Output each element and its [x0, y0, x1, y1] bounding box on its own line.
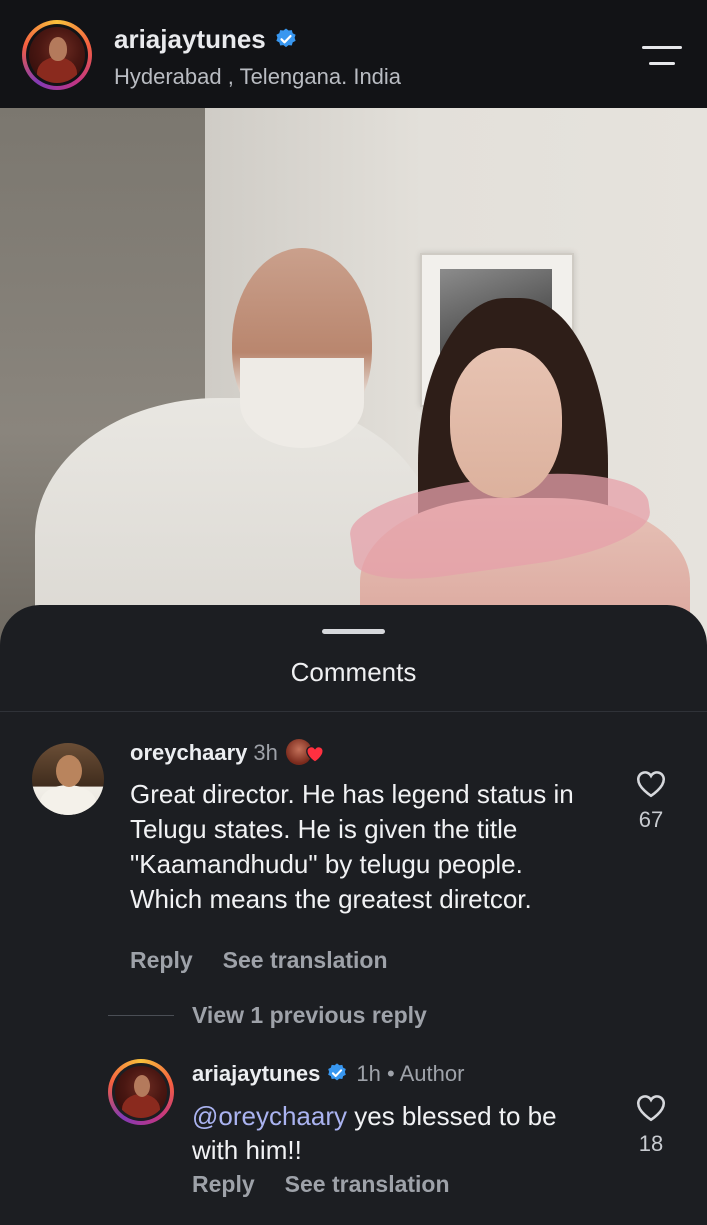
verified-badge-icon	[326, 1062, 348, 1084]
comment-actions: Reply See translation	[130, 947, 418, 974]
author-label: Author	[399, 1061, 465, 1086]
commenter-avatar[interactable]	[32, 743, 104, 815]
header-username[interactable]: ariajaytunes	[114, 24, 266, 54]
heart-outline-icon[interactable]	[634, 767, 668, 799]
profile-avatar[interactable]	[22, 20, 92, 90]
reply-header: ariajaytunes 1h • Author	[192, 1061, 464, 1087]
divider	[0, 711, 707, 712]
comment-username[interactable]: oreychaary	[130, 740, 247, 765]
like-count: 18	[638, 1131, 664, 1156]
comment-text: Great director. He has legend status in …	[130, 779, 574, 914]
reply-avatar[interactable]	[108, 1059, 174, 1125]
comments-sheet: Comments oreychaary 3h Great director. He…	[0, 605, 707, 1225]
thread-line	[108, 1015, 174, 1016]
see-translation-button[interactable]: See translation	[285, 1171, 450, 1197]
heart-outline-icon[interactable]	[634, 1091, 668, 1123]
reply-button[interactable]: Reply	[130, 947, 193, 973]
reply-like: 18	[631, 1091, 671, 1157]
reply-button[interactable]: Reply	[192, 1171, 255, 1197]
reply-username[interactable]: ariajaytunes	[192, 1061, 320, 1086]
post-photo[interactable]	[0, 108, 707, 648]
verified-badge-icon	[274, 27, 298, 51]
comments-title: Comments	[290, 657, 417, 687]
reply-text: @oreychaary yes blessed to be with him!!	[192, 1099, 602, 1167]
sheet-drag-handle[interactable]	[322, 629, 385, 634]
header-username-row[interactable]: ariajaytunes	[114, 24, 298, 55]
creator-heart-icon	[285, 737, 330, 767]
comment-header: oreychaary 3h	[130, 739, 330, 769]
location-link[interactable]: Hyderabad , Telengana. India	[114, 64, 401, 90]
like-count: 67	[638, 807, 664, 832]
mention-link[interactable]: @oreychaary	[192, 1101, 347, 1131]
view-previous-replies-button[interactable]: View 1 previous reply	[192, 1002, 427, 1029]
reply-actions: Reply See translation	[192, 1171, 480, 1198]
comment-time: 3h	[253, 739, 278, 765]
separator: •	[387, 1061, 395, 1086]
reply-time: 1h	[356, 1061, 381, 1086]
post-header: ariajaytunes Hyderabad , Telengana. Indi…	[0, 0, 707, 108]
see-translation-button[interactable]: See translation	[223, 947, 388, 973]
comment-like: 67	[631, 767, 671, 833]
hamburger-menu-icon[interactable]	[640, 42, 684, 72]
